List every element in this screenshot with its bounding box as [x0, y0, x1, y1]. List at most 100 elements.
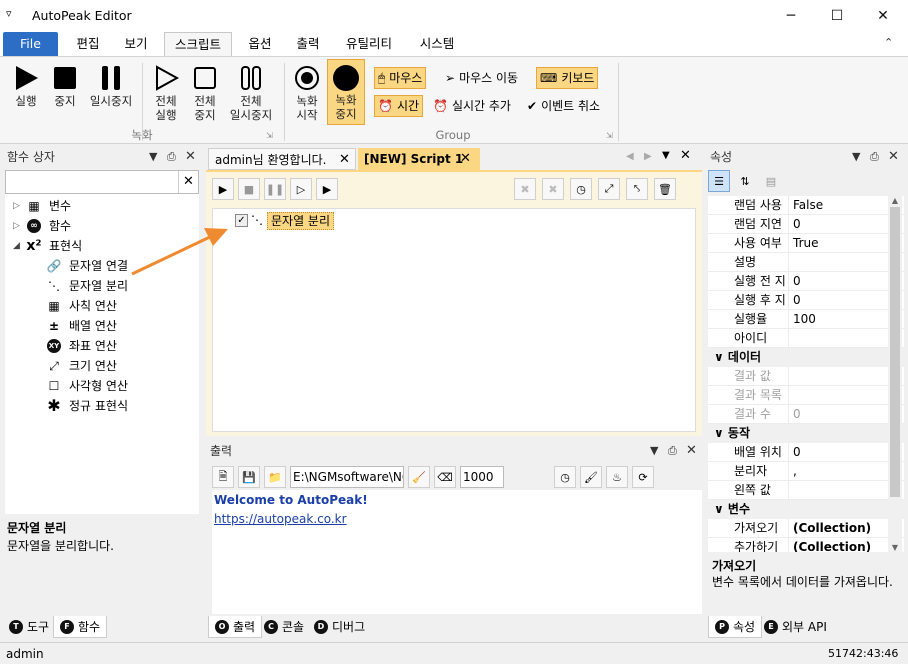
pause-button[interactable]: 일시중지 [84, 61, 138, 127]
scroll-up-icon[interactable]: ▲ [888, 196, 902, 205]
tab-system[interactable]: 시스템 [408, 32, 466, 56]
event-cancel-button[interactable]: ✔ 이벤트 취소 [524, 95, 603, 117]
scroll-left-icon[interactable]: ◀ [626, 151, 634, 162]
tree-item-variable[interactable]: ▷ ▦ 변수 [5, 196, 199, 216]
dialog-launcher-icon[interactable]: ⇲ [606, 131, 613, 140]
time-button[interactable]: ⏰ 시간 [374, 95, 424, 117]
stop-all-button[interactable]: 전체 중지 [186, 61, 224, 127]
pause-all-button[interactable]: 전체 일시중지 [224, 61, 278, 127]
line-count-input[interactable] [460, 466, 504, 488]
play-icon[interactable]: ▶ [212, 178, 234, 200]
scrollbar-thumb[interactable] [890, 207, 900, 497]
expand-icon[interactable]: ⤢ [598, 178, 620, 200]
minimize-button[interactable]: ─ [768, 0, 814, 32]
tab-utility[interactable]: 유틸리티 [336, 32, 402, 56]
keyboard-button[interactable]: ⌨ 키보드 [536, 67, 599, 89]
tree-item-rectangle[interactable]: ☐ 사각형 연산 [5, 376, 199, 396]
property-row[interactable]: 실행 후 지0 [708, 291, 904, 310]
path-input[interactable] [290, 466, 404, 488]
record-start-button[interactable]: 녹화 시작 [288, 61, 326, 127]
close-tab-icon[interactable]: ✕ [339, 149, 350, 171]
mouse-button[interactable]: 🖱 마우스 [374, 67, 427, 89]
property-row[interactable]: 왼쪽 값 [708, 481, 904, 500]
trash-icon[interactable]: 🗑 [654, 178, 676, 200]
property-row[interactable]: 사용 여부 True [708, 234, 904, 253]
property-category[interactable]: ∨ 변수 [708, 500, 904, 519]
tree-item-size[interactable]: ⤢ 크기 연산 [5, 356, 199, 376]
collapse-ribbon-icon[interactable]: ⌃ [884, 36, 893, 49]
property-category[interactable]: ∨ 동작 [708, 424, 904, 443]
collapse-icon[interactable]: ⤣ [626, 178, 648, 200]
property-row[interactable]: 실행 전 지0 [708, 272, 904, 291]
save-icon[interactable]: 💾 [238, 466, 260, 488]
property-row[interactable]: 실행율 100 [708, 310, 904, 329]
clean-icon[interactable]: 🧹 [408, 466, 430, 488]
clear-search-icon[interactable]: ✕ [178, 171, 198, 193]
close-icon[interactable]: ✕ [686, 440, 697, 462]
run-button[interactable]: 실행 [6, 61, 46, 127]
tab-tools[interactable]: T 도구 [3, 616, 55, 638]
new-doc-icon[interactable]: 🗎 [212, 466, 234, 488]
delete-all-icon[interactable]: ✖ [542, 178, 564, 200]
tab-console[interactable]: C 콘솔 [258, 616, 310, 638]
paint-bucket-icon[interactable]: ♨ [606, 466, 628, 488]
tab-debug[interactable]: D 디버그 [308, 616, 371, 638]
close-button[interactable]: ✕ [860, 0, 906, 32]
property-row[interactable]: 아이디 [708, 329, 904, 348]
categorized-icon[interactable]: ☰ [708, 170, 730, 192]
tab-script[interactable]: 스크립트 [164, 32, 232, 56]
refresh-icon[interactable]: ⟳ [632, 466, 654, 488]
folder-icon[interactable]: 📁 [264, 466, 286, 488]
tab-edit[interactable]: 편집 [66, 32, 110, 56]
pause-icon[interactable]: ❚❚ [264, 178, 286, 200]
record-stop-button[interactable]: 녹화 중지 [327, 59, 365, 125]
close-icon[interactable]: ✕ [888, 146, 899, 168]
tab-options[interactable]: 옵션 [238, 32, 282, 56]
pin-icon[interactable]: ⎙ [668, 440, 677, 462]
tab-file[interactable]: File [3, 32, 58, 56]
tab-external-api[interactable]: E 외부 API [758, 616, 833, 638]
tab-welcome[interactable]: admin님 환영합니다. ✕ [208, 148, 356, 170]
tab-output-log[interactable]: O 출력 [208, 616, 263, 638]
step-icon[interactable]: ▷ [290, 178, 312, 200]
scroll-down-icon[interactable]: ▼ [888, 543, 902, 552]
property-row[interactable]: 설명 [708, 253, 904, 272]
script-node[interactable]: 문자열 분리 [267, 212, 335, 230]
menu-icon[interactable]: ▿ [6, 7, 12, 20]
search-input[interactable] [6, 171, 176, 193]
delete-icon[interactable]: ✖ [514, 178, 536, 200]
pin-icon[interactable]: ⎙ [167, 146, 176, 168]
close-tab-icon[interactable]: ✕ [460, 148, 471, 170]
realtime-add-button[interactable]: ⏰ 실시간 추가 [430, 95, 514, 117]
tree-item-arithmetic[interactable]: ▦ 사칙 연산 [5, 296, 199, 316]
scrollbar[interactable]: ▲ ▼ [888, 196, 902, 552]
dialog-launcher-icon[interactable]: ⇲ [266, 131, 273, 140]
property-row[interactable]: 결과 값 [708, 367, 904, 386]
property-pages-icon[interactable]: ▤ [760, 170, 782, 192]
history-icon[interactable]: ◷ [570, 178, 592, 200]
run-all-button[interactable]: 전체 실행 [146, 61, 186, 127]
output-link[interactable]: https://autopeak.co.kr [214, 512, 700, 526]
sort-alpha-icon[interactable]: ⇅ [734, 170, 756, 192]
scroll-right-icon[interactable]: ▶ [644, 151, 652, 162]
chevron-down-icon[interactable]: ∨ [714, 502, 728, 516]
chevron-down-icon[interactable]: ∨ [714, 350, 728, 364]
tab-functions[interactable]: F 함수 [53, 616, 108, 638]
property-row[interactable]: 가져오기 (Collection) [708, 519, 904, 538]
property-row[interactable]: 배열 위치 0 [708, 443, 904, 462]
clock-icon[interactable]: ◷ [554, 466, 576, 488]
dropdown-icon[interactable]: ▼ [662, 150, 670, 161]
tree-item-coordinate[interactable]: XY 좌표 연산 [5, 336, 199, 356]
pin-icon[interactable]: ⎙ [870, 146, 879, 168]
eraser-icon[interactable]: ⌫ [434, 466, 456, 488]
tab-properties[interactable]: P 속성 [708, 616, 763, 638]
property-row[interactable]: 분리자, [708, 462, 904, 481]
mouse-move-button[interactable]: ➢ 마우스 이동 [442, 67, 521, 89]
tab-view[interactable]: 보기 [114, 32, 158, 56]
tab-output[interactable]: 출력 [286, 32, 330, 56]
property-category[interactable]: ∨ 데이터 [708, 348, 904, 367]
dropdown-icon[interactable]: ▼ [852, 146, 860, 168]
dropdown-icon[interactable]: ▼ [650, 440, 658, 462]
script-canvas[interactable]: ✓ ⋱ 문자열 분리 [212, 208, 696, 432]
property-row[interactable]: 추가하기 (Collection) [708, 538, 904, 552]
